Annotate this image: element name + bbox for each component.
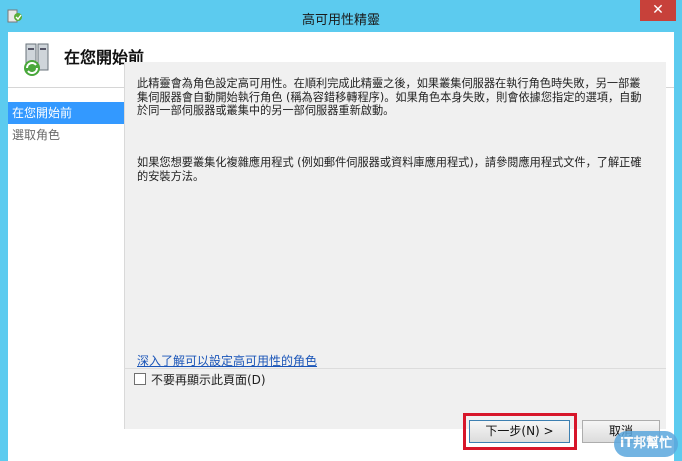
wizard-window: 高可用性精靈 ✕ 在您開始前 在您開始前 選取角色 此精靈會為角色設定高可用性。… [0, 0, 682, 461]
description-paragraph-2: 如果您想要叢集化複雜應用程式 (例如郵件伺服器或資料庫應用程式)，請參閱應用程式… [137, 156, 642, 183]
nav-item-before-you-begin[interactable]: 在您開始前 [8, 102, 128, 124]
watermark-logo: iT邦幫忙 [614, 431, 678, 457]
nav-item-select-role[interactable]: 選取角色 [8, 124, 128, 146]
title-bar[interactable]: 高可用性精靈 ✕ [0, 0, 682, 32]
wizard-steps-nav: 在您開始前 選取角色 [8, 102, 128, 461]
dont-show-again-checkbox[interactable] [134, 373, 146, 385]
cluster-server-icon [24, 43, 49, 76]
window-title: 高可用性精靈 [301, 13, 380, 28]
next-button-highlight [463, 413, 577, 450]
dont-show-again-row[interactable]: 不要再顯示此頁面(D) [134, 371, 266, 387]
description-paragraph-1: 此精靈會為角色設定高可用性。在順利完成此精靈之後，如果叢集伺服器在執行角色時失敗… [137, 77, 642, 117]
learn-more-link[interactable]: 深入了解可以設定高可用性的角色 [137, 352, 317, 369]
dont-show-again-label: 不要再顯示此頁面(D) [151, 372, 266, 387]
content-panel: 此精靈會為角色設定高可用性。在順利完成此精靈之後，如果叢集伺服器在執行角色時失敗… [124, 62, 666, 368]
close-button[interactable]: ✕ [640, 0, 676, 21]
